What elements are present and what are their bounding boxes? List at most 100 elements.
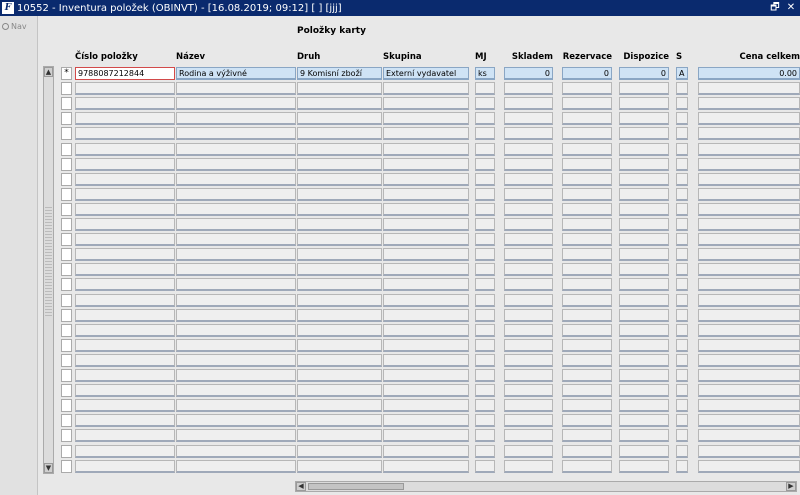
- cell-skupina[interactable]: [383, 82, 469, 96]
- cell-skladem[interactable]: [504, 308, 553, 322]
- cell-skupina[interactable]: [383, 172, 469, 186]
- cell-rezervace[interactable]: [562, 187, 612, 201]
- cell-mj[interactable]: [475, 399, 495, 413]
- scroll-left-icon[interactable]: ◀: [296, 482, 306, 491]
- cell-skladem[interactable]: [504, 384, 553, 398]
- cell-s[interactable]: [676, 202, 688, 216]
- cell-rezervace[interactable]: [562, 172, 612, 186]
- row-indicator[interactable]: [61, 112, 72, 126]
- cell-mj[interactable]: [475, 384, 495, 398]
- cell-dispozice[interactable]: [619, 353, 669, 367]
- cell-dispozice[interactable]: [619, 172, 669, 186]
- cell-skupina[interactable]: [383, 293, 469, 307]
- cell-skupina[interactable]: [383, 399, 469, 413]
- cell-skupina[interactable]: [383, 338, 469, 352]
- cell-skladem[interactable]: [504, 187, 553, 201]
- cell-druh[interactable]: [297, 233, 382, 247]
- table-row[interactable]: [61, 338, 800, 354]
- table-row[interactable]: [61, 187, 800, 203]
- cell-s[interactable]: [676, 323, 688, 337]
- table-row[interactable]: [61, 172, 800, 188]
- cell-dispozice[interactable]: [619, 414, 669, 428]
- cell-nazev[interactable]: [176, 369, 296, 382]
- cell-nazev[interactable]: Rodina a výživné: [176, 67, 296, 80]
- cell-cena[interactable]: [698, 233, 800, 247]
- cell-skupina[interactable]: Externí vydavatel: [383, 67, 469, 80]
- cell-nazev[interactable]: [176, 263, 296, 277]
- column-header-skupina[interactable]: Skupina: [383, 52, 469, 62]
- cell-cena[interactable]: [698, 142, 800, 156]
- cell-skupina[interactable]: [383, 218, 469, 231]
- cell-mj[interactable]: [475, 82, 495, 96]
- table-row[interactable]: [61, 233, 800, 248]
- cell-s[interactable]: [676, 414, 688, 428]
- cell-cena[interactable]: [698, 308, 800, 322]
- cell-s[interactable]: [676, 399, 688, 413]
- cell-cislo[interactable]: 9788087212844: [75, 67, 175, 80]
- cell-dispozice[interactable]: [619, 187, 669, 201]
- cell-cena[interactable]: [698, 414, 800, 428]
- cell-druh[interactable]: [297, 82, 382, 96]
- cell-mj[interactable]: [475, 429, 495, 443]
- cell-rezervace[interactable]: [562, 142, 612, 156]
- cell-skladem[interactable]: [504, 278, 553, 292]
- cell-mj[interactable]: [475, 414, 495, 428]
- cell-nazev[interactable]: [176, 278, 296, 292]
- close-window-icon[interactable]: ✕: [786, 2, 796, 14]
- cell-cislo[interactable]: [75, 127, 175, 141]
- row-indicator[interactable]: [61, 353, 72, 367]
- cell-s[interactable]: [676, 459, 688, 473]
- cell-rezervace[interactable]: [562, 308, 612, 322]
- cell-skupina[interactable]: [383, 414, 469, 428]
- cell-rezervace[interactable]: [562, 202, 612, 216]
- cell-mj[interactable]: [475, 233, 495, 247]
- cell-druh[interactable]: [297, 218, 382, 231]
- row-indicator[interactable]: [61, 233, 72, 247]
- cell-skladem[interactable]: [504, 293, 553, 307]
- cell-rezervace[interactable]: [562, 399, 612, 413]
- table-row[interactable]: [61, 293, 800, 309]
- cell-s[interactable]: [676, 218, 688, 231]
- cell-cislo[interactable]: [75, 308, 175, 322]
- cell-s[interactable]: [676, 429, 688, 443]
- scroll-right-icon[interactable]: ▶: [786, 482, 796, 491]
- table-row[interactable]: [61, 112, 800, 127]
- cell-mj[interactable]: [475, 248, 495, 262]
- cell-cena[interactable]: [698, 429, 800, 443]
- cell-cislo[interactable]: [75, 444, 175, 458]
- cell-cena[interactable]: [698, 127, 800, 141]
- cell-cena[interactable]: [698, 338, 800, 352]
- row-indicator[interactable]: [61, 202, 72, 216]
- cell-skladem[interactable]: [504, 353, 553, 367]
- table-row[interactable]: [61, 278, 800, 293]
- row-indicator[interactable]: [61, 172, 72, 186]
- table-row[interactable]: [61, 308, 800, 324]
- cell-cena[interactable]: [698, 369, 800, 382]
- table-row[interactable]: [61, 444, 800, 460]
- cell-rezervace[interactable]: [562, 112, 612, 126]
- row-indicator[interactable]: [61, 157, 72, 171]
- cell-s[interactable]: [676, 172, 688, 186]
- cell-nazev[interactable]: [176, 157, 296, 171]
- cell-cena[interactable]: 0.00: [698, 67, 800, 80]
- row-indicator[interactable]: [61, 338, 72, 352]
- cell-cislo[interactable]: [75, 338, 175, 352]
- scroll-down-icon[interactable]: ▼: [44, 463, 53, 473]
- cell-cislo[interactable]: [75, 414, 175, 428]
- cell-cena[interactable]: [698, 202, 800, 216]
- table-row[interactable]: [61, 353, 800, 369]
- cell-nazev[interactable]: [176, 444, 296, 458]
- cell-rezervace[interactable]: [562, 369, 612, 382]
- row-indicator[interactable]: [61, 308, 72, 322]
- row-indicator[interactable]: *: [61, 67, 72, 80]
- cell-rezervace[interactable]: [562, 338, 612, 352]
- cell-dispozice[interactable]: [619, 233, 669, 247]
- cell-cislo[interactable]: [75, 369, 175, 382]
- cell-skupina[interactable]: [383, 233, 469, 247]
- cell-skupina[interactable]: [383, 429, 469, 443]
- cell-skupina[interactable]: [383, 248, 469, 262]
- cell-druh[interactable]: [297, 444, 382, 458]
- cell-rezervace[interactable]: [562, 278, 612, 292]
- cell-nazev[interactable]: [176, 172, 296, 186]
- cell-rezervace[interactable]: [562, 414, 612, 428]
